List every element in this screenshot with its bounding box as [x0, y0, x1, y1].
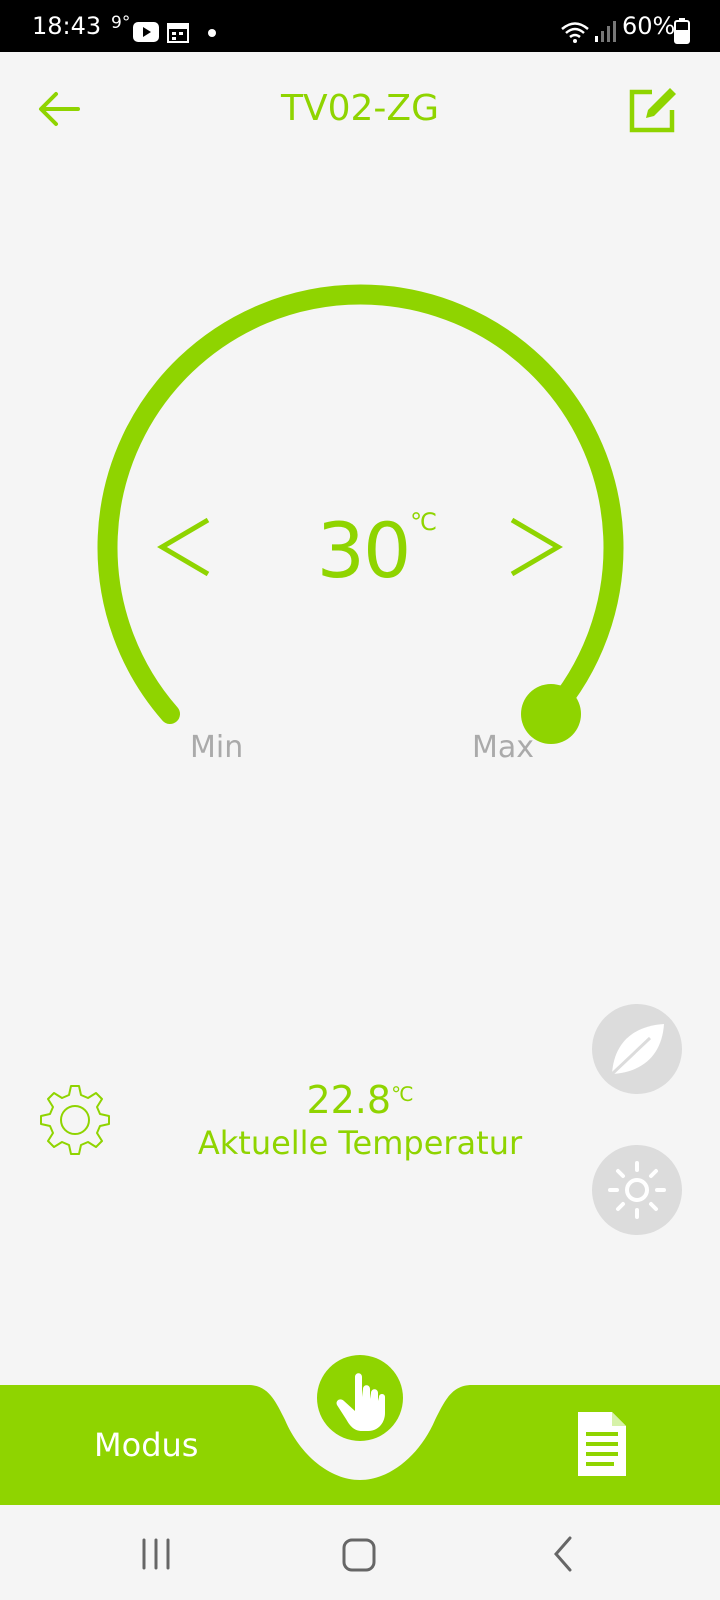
dial-max-label: Max [472, 730, 535, 765]
leaf-icon [610, 1024, 664, 1076]
modus-button[interactable]: Modus [94, 1426, 198, 1464]
home-button[interactable] [338, 1534, 382, 1578]
edit-button[interactable] [628, 84, 680, 136]
log-button[interactable] [574, 1410, 628, 1478]
dial-min-label: Min [190, 730, 244, 765]
signal-icon [595, 21, 616, 42]
document-icon [578, 1412, 626, 1476]
battery-icon [674, 18, 690, 44]
current-temperature-value: 22.8 [306, 1078, 392, 1122]
notification-dot-icon [208, 29, 216, 37]
calendar-icon [167, 23, 189, 43]
system-back-button[interactable] [548, 1534, 578, 1574]
youtube-icon [133, 22, 159, 42]
home-icon [342, 1538, 376, 1572]
sun-icon [608, 1161, 666, 1219]
recent-apps-icon [142, 1538, 170, 1570]
dial-track [97, 284, 624, 724]
setpoint-value: 30 [316, 506, 412, 595]
hand-icon [336, 1373, 385, 1431]
edit-icon [629, 88, 676, 133]
manual-mode-button[interactable] [317, 1355, 403, 1441]
comfort-mode-button[interactable] [592, 1145, 682, 1235]
eco-mode-button[interactable] [592, 1004, 682, 1094]
wifi-icon [561, 22, 589, 43]
recent-apps-button[interactable] [138, 1534, 178, 1574]
setpoint-display: 30 ℃ [0, 506, 720, 595]
chevron-right-icon [510, 517, 563, 577]
current-temperature-unit: ℃ [391, 1082, 414, 1106]
setpoint-unit: ℃ [410, 508, 437, 536]
battery-percent: 60% [622, 12, 676, 40]
status-outdoor-temp: 9° [111, 13, 131, 33]
page-title: TV02-ZG [281, 88, 439, 129]
status-time: 18:43 [32, 12, 102, 40]
increase-temp-button[interactable] [500, 512, 566, 582]
system-back-icon [554, 1536, 572, 1572]
status-bar: 18:43 9° 60% [0, 0, 720, 52]
